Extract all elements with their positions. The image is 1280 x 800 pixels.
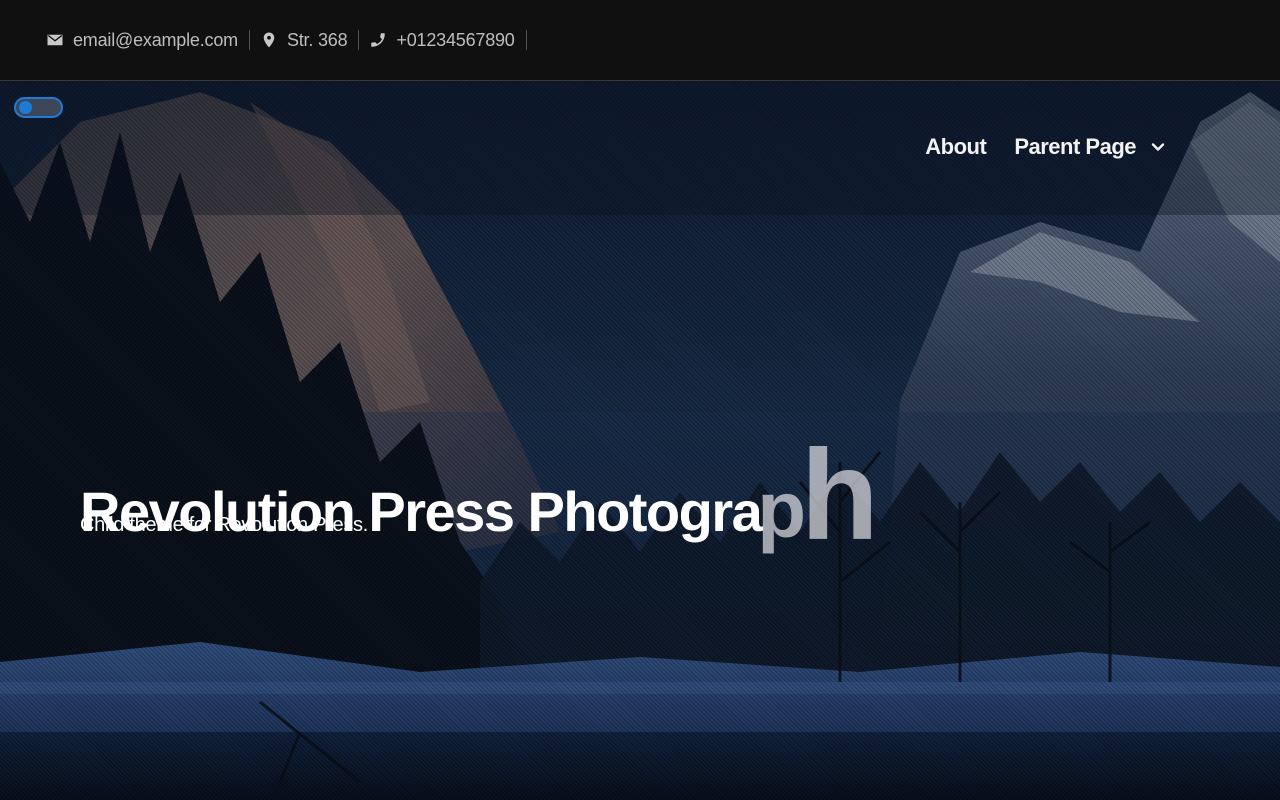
phone-icon (371, 33, 386, 47)
envelope-icon (47, 34, 63, 46)
nav-item-label: About (925, 134, 987, 159)
hero-subtitle: Child theme for Revolution Press. (80, 514, 369, 536)
nav-item-parent-page[interactable]: Parent Page (1014, 134, 1166, 160)
address-text: Str. 368 (286, 29, 348, 50)
address-link[interactable]: Str. 368 (260, 29, 360, 50)
dark-mode-toggle[interactable] (14, 97, 63, 118)
phone-text: +01234567890 (396, 29, 515, 50)
email-text: email@example.com (73, 29, 238, 50)
email-link[interactable]: email@example.com (46, 30, 250, 50)
contact-bar: email@example.com Str. 368 +01234567890 (0, 0, 1280, 81)
nav-item-about[interactable]: About (925, 134, 987, 160)
nav-item-label: Parent Page (1014, 134, 1136, 159)
hero-title-animated-letter: p (757, 465, 806, 554)
phone-link[interactable]: +01234567890 (369, 29, 527, 50)
hero-title-animated-letter: h (800, 424, 879, 567)
chevron-down-icon[interactable] (1150, 139, 1166, 155)
site-header: About Parent Page (0, 82, 1280, 215)
main-navigation: About Parent Page (925, 134, 1166, 160)
hero-section: About Parent Page Revolution Press Photo… (0, 82, 1280, 800)
toggle-knob (19, 101, 32, 114)
map-pin-icon (263, 32, 275, 48)
